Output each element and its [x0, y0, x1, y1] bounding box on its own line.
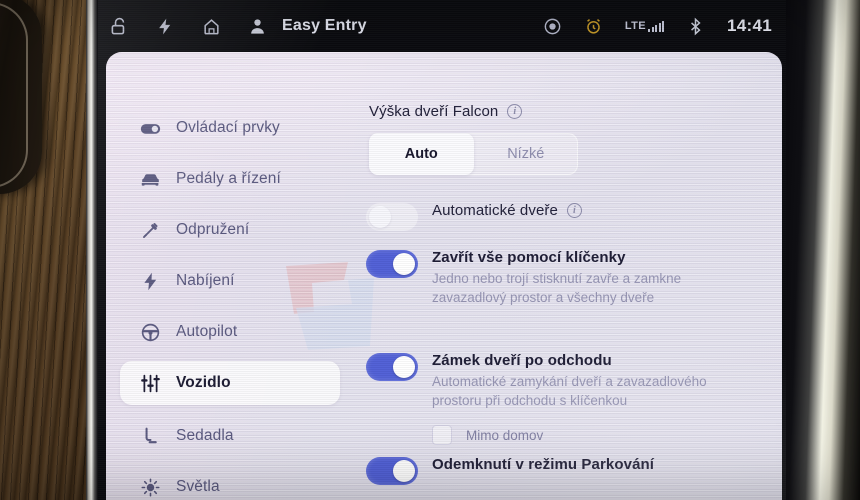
signal-bars-icon	[648, 21, 665, 32]
network-label: LTE	[624, 20, 647, 32]
car-icon	[140, 169, 161, 190]
sun-icon	[140, 477, 161, 498]
row-title-group: Automatické dveře i	[432, 202, 782, 219]
alarm-clock-icon[interactable]	[584, 17, 603, 36]
toggle-zamek-dveri-po-odchodu[interactable]	[366, 353, 418, 381]
bolt-icon	[140, 271, 161, 292]
row-zamek-dveri-po-odchodu: Zámek dveří po odchodu Automatické zamyk…	[366, 352, 782, 446]
sidebar-item-svetla[interactable]: Světla	[120, 465, 340, 500]
sidebar-item-odpruzeni[interactable]: Odpružení	[120, 208, 340, 252]
sidebar-label: Odpružení	[176, 221, 250, 238]
sidebar-label: Sedadla	[176, 427, 234, 444]
falcon-door-height-segmented-control[interactable]: Auto Nízké	[369, 133, 578, 175]
sidebar-label: Ovládací prvky	[176, 119, 280, 136]
lock-open-icon[interactable]	[110, 17, 129, 36]
section-title: Výška dveří Falcon	[369, 103, 499, 120]
settings-sidebar: Ovládací prvky Pedály a řízení Odpružení…	[106, 52, 358, 500]
settings-panel: Ovládací prvky Pedály a řízení Odpružení…	[106, 52, 782, 500]
row-odemknuti-v-rezimu-parkovani: Odemknutí v režimu Parkování	[366, 456, 782, 485]
tesla-touchscreen: Easy Entry LTE 14:41 Ovládací prvky Pedá…	[98, 0, 788, 500]
sidebar-label: Vozidlo	[176, 374, 231, 391]
checkbox-label: Mimo domov	[466, 427, 544, 443]
sliders-icon	[140, 373, 161, 394]
status-bar: Easy Entry LTE 14:41	[98, 0, 788, 52]
falcon-door-height-heading: Výška dveří Falcon i	[369, 103, 523, 120]
checkbox-mimo-domov[interactable]	[432, 425, 452, 446]
segment-auto[interactable]: Auto	[369, 133, 474, 175]
row-title: Odemknutí v režimu Parkování	[432, 456, 655, 473]
row-zavrit-vse-pomoci-klicenky: Zavřít vše pomocí klíčenky Jedno nebo tr…	[366, 249, 782, 307]
sidebar-label: Autopilot	[176, 323, 238, 340]
sidebar-item-vozidlo[interactable]: Vozidlo	[120, 361, 340, 405]
sidebar-label: Nabíjení	[176, 272, 235, 289]
bezel-highlight-right	[786, 0, 860, 500]
home-icon[interactable]	[202, 17, 221, 36]
sidebar-item-nabijeni[interactable]: Nabíjení	[120, 259, 340, 303]
shock-absorber-icon	[140, 220, 161, 241]
record-circle-icon[interactable]	[543, 17, 562, 36]
profile-name[interactable]: Easy Entry	[282, 17, 367, 35]
sidebar-item-autopilot[interactable]: Autopilot	[120, 310, 340, 354]
toggle-odemknuti-v-rezimu-parkovani[interactable]	[366, 457, 418, 485]
bluetooth-icon[interactable]	[686, 17, 705, 36]
sidebar-item-sedadla[interactable]: Sedadla	[120, 414, 340, 458]
network-indicator: LTE	[624, 20, 665, 32]
sidebar-item-pedaly-a-rizeni[interactable]: Pedály a řízení	[120, 157, 340, 201]
bolt-icon[interactable]	[156, 17, 175, 36]
toggle-icon	[140, 118, 161, 139]
clock: 14:41	[727, 16, 772, 35]
row-title: Zámek dveří po odchodu	[432, 352, 612, 369]
steering-wheel-icon	[140, 322, 161, 343]
info-icon[interactable]: i	[507, 104, 523, 119]
segment-nizke[interactable]: Nízké	[474, 133, 579, 175]
info-icon[interactable]: i	[566, 203, 582, 218]
row-subtitle: Automatické zamykání dveří a zavazadlové…	[432, 374, 707, 409]
toggle-zavrit-vse-pomoci-klicenky[interactable]	[366, 250, 418, 278]
toggle-automaticke-dvere[interactable]	[366, 203, 418, 231]
sidebar-label: Světla	[176, 478, 220, 495]
row-automaticke-dvere: Automatické dveře i	[366, 202, 782, 231]
seat-icon	[140, 426, 161, 447]
row-subtitle: Jedno nebo trojí stisknutí zavře a zamkn…	[432, 271, 682, 306]
person-icon[interactable]	[248, 17, 267, 36]
settings-content: Výška dveří Falcon i Auto Nízké Automati…	[358, 52, 782, 500]
door-handle	[0, 0, 42, 194]
checkbox-row-mimo-domov[interactable]: Mimo domov	[432, 425, 782, 446]
bezel-highlight-left	[86, 0, 98, 500]
sidebar-label: Pedály a řízení	[176, 170, 281, 187]
row-title: Zavřít vše pomocí klíčenky	[432, 249, 626, 266]
screenshot-root: Easy Entry LTE 14:41 Ovládací prvky Pedá…	[0, 0, 860, 500]
row-title: Automatické dveře	[432, 202, 558, 219]
sidebar-item-ovladaci-prvky[interactable]: Ovládací prvky	[120, 106, 340, 150]
